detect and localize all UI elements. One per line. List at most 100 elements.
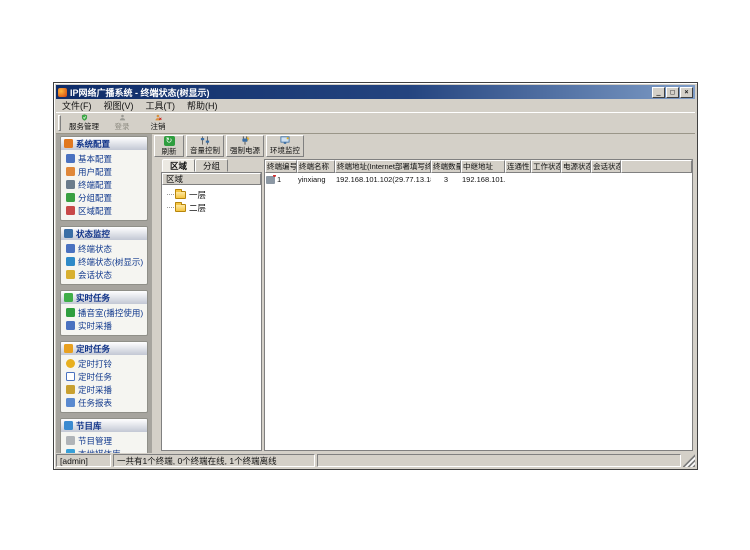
sidebar-item-terminal-config[interactable]: 终端配置 bbox=[66, 178, 145, 191]
volume-control-button[interactable]: 音量控制 bbox=[186, 135, 224, 157]
sidebar-item-realtime-capture[interactable]: 实时采播 bbox=[66, 319, 145, 332]
sidebar-item-user-config[interactable]: 用户配置 bbox=[66, 165, 145, 178]
logout-button[interactable]: 注销 bbox=[141, 113, 175, 133]
refresh-icon: ↻ bbox=[164, 136, 175, 146]
sidebar-item-scheduled-bell[interactable]: 定时打铃 bbox=[66, 357, 145, 370]
env-monitor-icon bbox=[279, 136, 291, 145]
col-terminal-no[interactable]: 终端编号 bbox=[265, 160, 297, 173]
sidebar-item-task-report[interactable]: 任务报表 bbox=[66, 396, 145, 409]
bell-icon bbox=[66, 359, 75, 368]
col-relay-address[interactable]: 中继地址 bbox=[461, 160, 505, 173]
item-label: 区域配置 bbox=[78, 205, 112, 217]
tree-node-label: 二层 bbox=[189, 202, 206, 214]
tree-node-floor-1[interactable]: 一层 bbox=[167, 188, 261, 201]
capture-icon bbox=[66, 385, 75, 394]
terminal-status-icon bbox=[66, 244, 75, 253]
force-power-button[interactable]: 强制电源 bbox=[226, 135, 264, 157]
window-title: IP网络广播系统 - 终端状态(树显示) bbox=[70, 86, 649, 99]
section-title: 系统配置 bbox=[76, 138, 110, 150]
sidebar-item-terminal-status-tree[interactable]: 终端状态(树显示) bbox=[66, 255, 145, 268]
env-monitor-label: 环境监控 bbox=[270, 145, 300, 156]
col-power-status[interactable]: 电源状态 bbox=[561, 160, 591, 173]
resize-grip-icon[interactable] bbox=[683, 454, 695, 467]
realtime-capture-icon bbox=[66, 321, 75, 330]
shield-check-icon bbox=[79, 114, 90, 121]
item-label: 定时采播 bbox=[78, 384, 112, 396]
tree-node-floor-2[interactable]: 二层 bbox=[167, 201, 261, 214]
sidebar-item-area-config[interactable]: 区域配置 bbox=[66, 204, 145, 217]
col-session-status[interactable]: 会话状态 bbox=[591, 160, 621, 173]
item-label: 会话状态 bbox=[78, 269, 112, 281]
item-label: 终端配置 bbox=[78, 179, 112, 191]
service-manage-label: 服务管理 bbox=[69, 121, 99, 132]
item-label: 本地媒体库 bbox=[78, 448, 121, 454]
menu-tools[interactable]: 工具(T) bbox=[140, 100, 182, 112]
sidebar-item-scheduled-task[interactable]: 定时任务 bbox=[66, 370, 145, 383]
folder-icon bbox=[175, 204, 186, 212]
tab-area[interactable]: 区域 bbox=[162, 159, 195, 172]
item-label: 基本配置 bbox=[78, 153, 112, 165]
report-icon bbox=[66, 398, 75, 407]
app-logo-icon bbox=[58, 88, 67, 97]
terminal-no: 1 bbox=[277, 175, 281, 184]
item-label: 实时采播 bbox=[78, 320, 112, 332]
user-login-icon bbox=[117, 114, 128, 121]
program-library-icon bbox=[64, 421, 73, 430]
sidebar-item-group-config[interactable]: 分组配置 bbox=[66, 191, 145, 204]
refresh-button[interactable]: ↻ 刷新 bbox=[154, 135, 184, 157]
logout-label: 注销 bbox=[151, 121, 166, 132]
section-header-realtime-tasks[interactable]: 实时任务 bbox=[61, 291, 147, 304]
sidebar-item-session-status[interactable]: 会话状态 bbox=[66, 268, 145, 281]
group-config-icon bbox=[66, 193, 75, 202]
section-header-program-library[interactable]: 节目库 bbox=[61, 419, 147, 432]
table-row[interactable]: 1 yinxiang 192.168.101.102(29.77.13.188)… bbox=[265, 173, 692, 186]
tree-box: 区域 一层 二层 bbox=[161, 172, 262, 451]
sidebar-section-system-config: 系统配置 基本配置 用户配置 终端配置 分组配置 bbox=[60, 136, 148, 221]
tab-group[interactable]: 分组 bbox=[195, 159, 228, 172]
sidebar-item-program-management[interactable]: 节目管理 bbox=[66, 434, 145, 447]
service-manage-button[interactable]: 服务管理 bbox=[65, 113, 103, 133]
tree-tabs: 区域 分组 bbox=[161, 159, 262, 172]
section-header-system-config[interactable]: 系统配置 bbox=[61, 137, 147, 150]
app-toolbar: 服务管理 登录 注销 bbox=[56, 112, 695, 134]
item-label: 用户配置 bbox=[78, 166, 112, 178]
menu-file[interactable]: 文件(F) bbox=[56, 100, 98, 112]
env-monitor-button[interactable]: 环境监控 bbox=[266, 135, 304, 157]
tree-column-header[interactable]: 区域 bbox=[162, 173, 261, 185]
sidebar-section-status-monitor: 状态监控 终端状态 终端状态(树显示) 会话状态 bbox=[60, 226, 148, 285]
item-label: 任务报表 bbox=[78, 397, 112, 409]
cell-terminal-no: 1 bbox=[265, 175, 297, 184]
main-area: ↻ 刷新 音量控制 bbox=[152, 134, 695, 453]
col-terminal-count[interactable]: 终端数量 bbox=[431, 160, 461, 173]
col-terminal-address[interactable]: 终端地址(Internet部署填写终端ID) bbox=[335, 160, 431, 173]
minimize-button[interactable]: _ bbox=[652, 87, 665, 98]
sidebar-item-terminal-status[interactable]: 终端状态 bbox=[66, 242, 145, 255]
sidebar-item-local-media-library[interactable]: 本地媒体库 bbox=[66, 447, 145, 453]
sidebar-item-basic-config[interactable]: 基本配置 bbox=[66, 152, 145, 165]
menu-help[interactable]: 帮助(H) bbox=[181, 100, 224, 112]
section-header-status-monitor[interactable]: 状态监控 bbox=[61, 227, 147, 240]
sidebar-item-scheduled-capture[interactable]: 定时采播 bbox=[66, 383, 145, 396]
menu-view[interactable]: 视图(V) bbox=[98, 100, 140, 112]
user-config-icon bbox=[66, 167, 75, 176]
col-work-status[interactable]: 工作状态 bbox=[531, 160, 561, 173]
main-toolbar: ↻ 刷新 音量控制 bbox=[152, 134, 695, 158]
terminal-table: 终端编号 终端名称 终端地址(Internet部署填写终端ID) 终端数量 中继… bbox=[264, 159, 693, 451]
section-header-scheduled-tasks[interactable]: 定时任务 bbox=[61, 342, 147, 355]
col-terminal-name[interactable]: 终端名称 bbox=[297, 160, 335, 173]
app-window: IP网络广播系统 - 终端状态(树显示) _ □ × 文件(F) 视图(V) 工… bbox=[53, 82, 698, 470]
close-button[interactable]: × bbox=[680, 87, 693, 98]
col-connectivity[interactable]: 连通性 bbox=[505, 160, 531, 173]
sidebar-item-broadcast-studio[interactable]: 播音室(播控使用) bbox=[66, 306, 145, 319]
volume-control-label: 音量控制 bbox=[190, 145, 220, 156]
login-button[interactable]: 登录 bbox=[105, 113, 139, 133]
section-title: 实时任务 bbox=[76, 292, 110, 304]
maximize-button[interactable]: □ bbox=[666, 87, 679, 98]
status-bar: [admin] 一共有1个终端, 0个终端在线, 1个终端离线 bbox=[56, 454, 695, 467]
title-bar[interactable]: IP网络广播系统 - 终端状态(树显示) _ □ × bbox=[56, 85, 695, 99]
area-config-icon bbox=[66, 206, 75, 215]
tools-icon bbox=[64, 139, 73, 148]
realtime-task-icon bbox=[64, 293, 73, 302]
sidebar-section-realtime-tasks: 实时任务 播音室(播控使用) 实时采播 bbox=[60, 290, 148, 336]
terminal-device-icon bbox=[266, 176, 275, 184]
